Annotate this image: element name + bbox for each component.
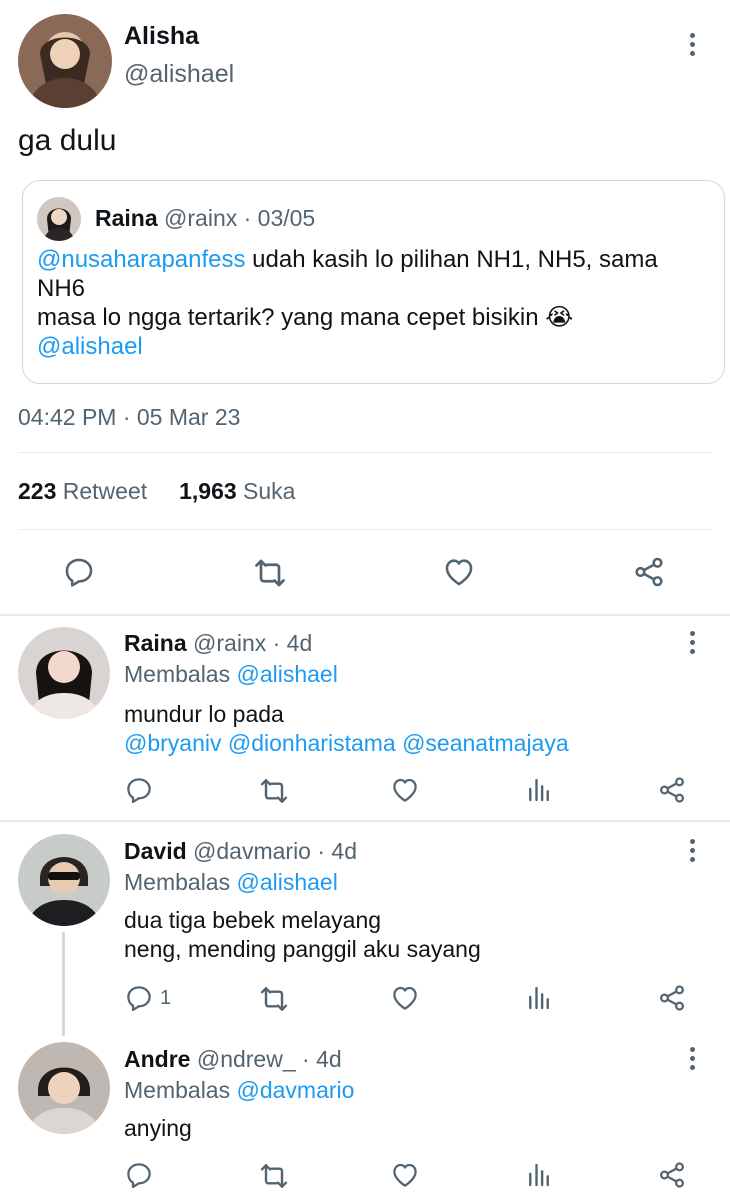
replying-to: Membalas @davmario bbox=[124, 1077, 355, 1103]
share-icon bbox=[657, 775, 687, 805]
more-icon[interactable] bbox=[680, 836, 704, 864]
reply-icon bbox=[124, 1160, 154, 1190]
like-button[interactable] bbox=[390, 1160, 420, 1190]
tweet-timestamp[interactable]: 04:42 PM · 05 Mar 23 bbox=[18, 404, 240, 431]
reply-icon bbox=[124, 775, 154, 805]
retweet-button[interactable] bbox=[258, 983, 290, 1015]
mention-link[interactable]: @alishael bbox=[236, 869, 337, 895]
retweet-button[interactable] bbox=[258, 1160, 290, 1192]
more-icon[interactable] bbox=[680, 30, 704, 58]
mention-link[interactable]: @alishael bbox=[37, 333, 143, 360]
heart-icon bbox=[390, 983, 420, 1013]
share-icon bbox=[657, 983, 687, 1013]
reply-text-line: neng, mending panggil aku sayang bbox=[124, 936, 481, 962]
mention-link[interactable]: @davmario bbox=[236, 1077, 354, 1103]
reply-author-name[interactable]: David bbox=[124, 838, 187, 864]
separator bbox=[0, 820, 730, 822]
thread-line bbox=[62, 932, 65, 1036]
author-handle[interactable]: @alishael bbox=[124, 60, 234, 89]
quoted-text: @nusaharapanfess udah kasih lo pilihan N… bbox=[37, 245, 707, 361]
reply-header: Raina @rainx · 4d bbox=[124, 630, 312, 657]
reply-icon bbox=[124, 983, 154, 1013]
retweet-label[interactable]: Retweet bbox=[63, 478, 147, 504]
replying-to: Membalas @alishael bbox=[124, 661, 338, 687]
retweet-count[interactable]: 223 bbox=[18, 478, 56, 504]
replying-to: Membalas @alishael bbox=[124, 869, 338, 895]
heart-icon bbox=[390, 775, 420, 805]
reply-text-line: anying bbox=[124, 1115, 192, 1141]
quoted-handle-date: @rainx · 03/05 bbox=[164, 205, 316, 231]
share-button[interactable] bbox=[657, 775, 687, 805]
views-button[interactable] bbox=[524, 983, 554, 1013]
views-icon bbox=[524, 983, 554, 1013]
quoted-author-name: Raina bbox=[95, 205, 158, 231]
heart-icon bbox=[442, 555, 476, 589]
views-icon bbox=[524, 775, 554, 805]
reply-count: 1 bbox=[160, 986, 172, 1009]
quoted-text-line-2: masa lo ngga tertarik? yang mana cepet b… bbox=[37, 304, 574, 331]
like-button[interactable] bbox=[390, 775, 420, 805]
mention-link[interactable]: @nusaharapanfess bbox=[37, 246, 246, 273]
reply-header: David @davmario · 4d bbox=[124, 838, 357, 865]
share-icon bbox=[632, 555, 666, 589]
separator bbox=[0, 614, 730, 616]
reply-button[interactable] bbox=[62, 555, 96, 589]
avatar-andre[interactable] bbox=[18, 1042, 110, 1134]
quoted-tweet[interactable]: Raina @rainx · 03/05 @nusaharapanfess ud… bbox=[22, 180, 725, 384]
avatar-alisha[interactable] bbox=[18, 14, 112, 108]
views-button[interactable] bbox=[524, 1160, 554, 1190]
share-button[interactable] bbox=[632, 555, 666, 589]
retweet-button[interactable] bbox=[252, 555, 288, 591]
avatar-david[interactable] bbox=[18, 834, 110, 926]
like-button[interactable] bbox=[390, 983, 420, 1013]
heart-icon bbox=[390, 1160, 420, 1190]
reply-author-name[interactable]: Raina bbox=[124, 630, 187, 656]
share-button[interactable] bbox=[657, 1160, 687, 1190]
avatar-raina[interactable] bbox=[18, 627, 110, 719]
reply-text-line: dua tiga bebek melayang bbox=[124, 907, 382, 933]
reply-button[interactable]: 1 bbox=[124, 983, 171, 1013]
reply-icon bbox=[62, 555, 96, 589]
views-button[interactable] bbox=[524, 775, 554, 805]
reply-header: Andre @ndrew_ · 4d bbox=[124, 1046, 342, 1073]
divider bbox=[18, 529, 712, 530]
reply-handle-time: @ndrew_ · 4d bbox=[196, 1046, 342, 1072]
reply-mentions[interactable]: @bryaniv @dionharistama @seanatmajaya bbox=[124, 730, 569, 757]
like-label[interactable]: Suka bbox=[243, 478, 295, 504]
retweet-icon bbox=[258, 1160, 290, 1192]
retweet-button[interactable] bbox=[258, 775, 290, 807]
tweet-stats: 223 Retweet 1,963 Suka bbox=[18, 478, 295, 505]
avatar-raina-small bbox=[37, 197, 81, 241]
reply-text-line: mundur lo pada bbox=[124, 701, 284, 727]
reply-handle-time: @davmario · 4d bbox=[193, 838, 357, 864]
mention-link[interactable]: @alishael bbox=[236, 661, 337, 687]
reply-button[interactable] bbox=[124, 1160, 154, 1190]
tweet-text: ga dulu bbox=[18, 124, 117, 157]
reply-handle-time: @rainx · 4d bbox=[193, 630, 313, 656]
share-icon bbox=[657, 1160, 687, 1190]
quoted-header: Raina @rainx · 03/05 bbox=[95, 205, 315, 232]
reply-button[interactable] bbox=[124, 775, 154, 805]
more-icon[interactable] bbox=[680, 628, 704, 656]
views-icon bbox=[524, 1160, 554, 1190]
retweet-icon bbox=[258, 775, 290, 807]
share-button[interactable] bbox=[657, 983, 687, 1013]
divider bbox=[18, 452, 712, 453]
reply-author-name[interactable]: Andre bbox=[124, 1046, 190, 1072]
like-button[interactable] bbox=[442, 555, 476, 589]
like-count[interactable]: 1,963 bbox=[179, 478, 237, 504]
retweet-icon bbox=[252, 555, 288, 591]
more-icon[interactable] bbox=[680, 1044, 704, 1072]
author-name[interactable]: Alisha bbox=[124, 22, 199, 51]
retweet-icon bbox=[258, 983, 290, 1015]
